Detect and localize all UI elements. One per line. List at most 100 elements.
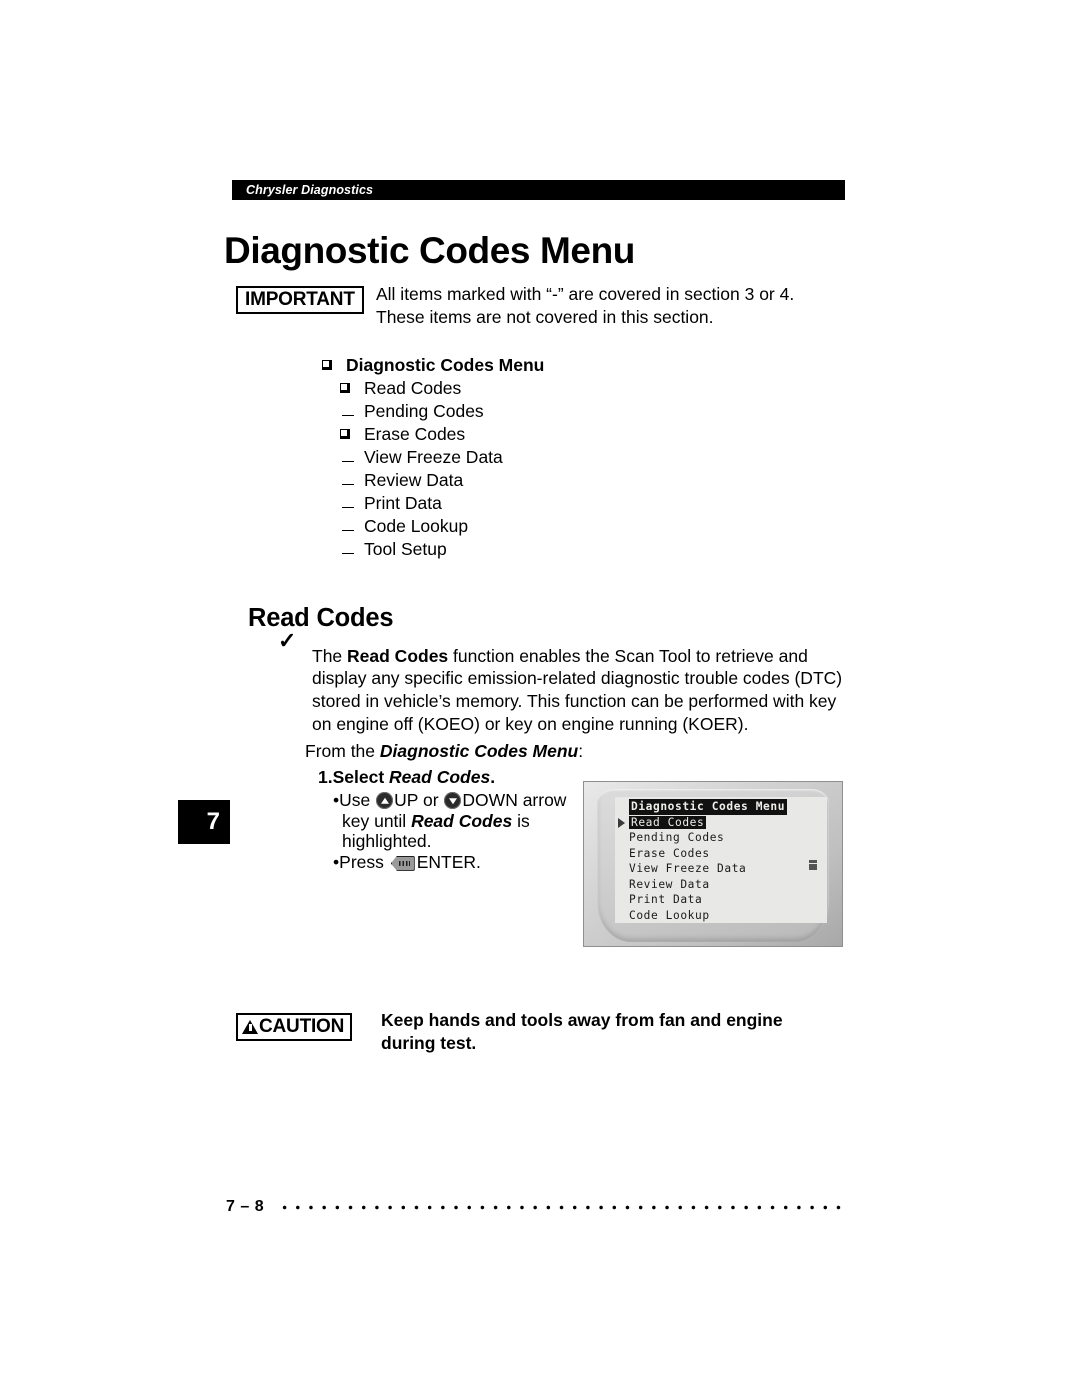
description-bold-term: Read Codes xyxy=(347,645,449,666)
substep-until-highlighted: key until Read Codes is xyxy=(342,811,583,832)
chapter-thumb-tab: 7 xyxy=(178,800,230,844)
until-post: is xyxy=(512,810,530,831)
warning-triangle-icon xyxy=(242,1020,258,1034)
outline-item-review-data: Review Data xyxy=(340,470,742,493)
outline-item-label: Code Lookup xyxy=(364,516,469,536)
dash-bullet-icon xyxy=(340,530,364,531)
step-verb: Select xyxy=(332,767,390,787)
enter-key-icon[interactable] xyxy=(390,855,415,871)
description-pre: The xyxy=(312,645,348,666)
scan-tool-screen-figure: Diagnostic Codes Menu Read Codes Pending… xyxy=(583,781,843,947)
lcd-menu-item-review-data[interactable]: Review Data xyxy=(615,877,827,893)
outline-item-label: Pending Codes xyxy=(364,401,484,421)
outline-item-label: Diagnostic Codes Menu xyxy=(346,355,545,375)
dash-bullet-icon xyxy=(340,553,364,554)
until-target: Read Codes xyxy=(411,810,513,831)
substep-press-enter: •Press ENTER. xyxy=(333,852,583,873)
dash-bullet-icon xyxy=(340,507,364,508)
down-label: DOWN xyxy=(462,790,518,810)
outline-item-diagnostic-codes-menu: Diagnostic Codes Menu xyxy=(322,355,742,378)
caution-callout: CAUTION Keep hands and tools away from f… xyxy=(236,1010,846,1053)
important-text: All items marked with “-” are covered in… xyxy=(376,283,846,330)
lcd-title: Diagnostic Codes Menu xyxy=(629,799,788,815)
or-label: or xyxy=(418,790,444,810)
manual-page: Chrysler Diagnostics Diagnostic Codes Me… xyxy=(0,0,1080,1397)
up-label: UP xyxy=(394,790,419,810)
procedure-intro-pre: From the xyxy=(305,741,380,761)
page-footer: 7 – 8 xyxy=(226,1198,846,1216)
scroll-indicator-icon xyxy=(809,860,817,870)
outline-item-tool-setup: Tool Setup xyxy=(340,539,742,562)
outline-item-label: Tool Setup xyxy=(364,539,447,559)
lcd-menu-item-label: Pending Codes xyxy=(629,831,725,844)
lcd-display: Diagnostic Codes Menu Read Codes Pending… xyxy=(615,797,827,923)
outline-item-erase-codes: Erase Codes xyxy=(340,424,742,447)
outline-item-view-freeze-data: View Freeze Data xyxy=(340,447,742,470)
outline-item-pending-codes: Pending Codes xyxy=(340,401,742,424)
running-head-text: Chrysler Diagnostics xyxy=(246,183,374,197)
important-line-1: All items marked with “-” are covered in… xyxy=(376,284,795,304)
lcd-menu-item-label: Read Codes xyxy=(629,815,707,829)
outline-item-label: Review Data xyxy=(364,470,464,490)
step-period: . xyxy=(490,767,496,787)
dash-bullet-icon xyxy=(340,415,364,416)
outline-item-label: Read Codes xyxy=(364,378,462,398)
read-codes-description: ✓ The Read Codes function enables the Sc… xyxy=(278,627,846,753)
caution-label-box: CAUTION xyxy=(236,1013,353,1042)
square-bullet-icon xyxy=(340,383,364,393)
procedure-intro-menu: Diagnostic Codes Menu xyxy=(379,741,579,761)
until-pre: key until xyxy=(342,810,412,831)
menu-outline-list: Diagnostic Codes Menu Read Codes Pending… xyxy=(322,355,742,562)
procedure-intro-post: : xyxy=(578,741,584,761)
checkmark-icon: ✓ xyxy=(278,628,297,653)
lcd-menu-item-label: Review Data xyxy=(629,877,710,891)
outline-item-read-codes: Read Codes xyxy=(340,378,742,401)
use-label: Use xyxy=(339,790,376,810)
dash-bullet-icon xyxy=(340,461,364,462)
description-text: The Read Codes function enables the Scan… xyxy=(312,645,846,736)
lcd-menu-item-code-lookup[interactable]: Code Lookup xyxy=(615,908,827,924)
important-callout: IMPORTANT All items marked with “-” are … xyxy=(236,284,846,327)
lcd-menu-item-read-codes[interactable]: Read Codes xyxy=(615,815,827,831)
caution-text: Keep hands and tools away from fan and e… xyxy=(381,1009,841,1056)
lcd-menu-item-pending-codes[interactable]: Pending Codes xyxy=(615,830,827,846)
lcd-menu-item-label: View Freeze Data xyxy=(629,862,747,875)
lcd-menu-item-label: Code Lookup xyxy=(629,908,710,922)
scan-tool-bezel: Diagnostic Codes Menu Read Codes Pending… xyxy=(597,789,829,942)
page-number: 7 – 8 xyxy=(226,1198,265,1215)
lcd-title-row: Diagnostic Codes Menu xyxy=(615,799,827,815)
outline-item-code-lookup: Code Lookup xyxy=(340,516,742,539)
square-bullet-icon xyxy=(340,429,364,439)
outline-item-label: View Freeze Data xyxy=(364,447,503,467)
important-line-2: These items are not covered in this sect… xyxy=(376,307,714,328)
outline-item-label: Erase Codes xyxy=(364,424,466,444)
outline-item-label: Print Data xyxy=(364,493,442,513)
step-number: 1. xyxy=(318,767,333,787)
substep-use-arrows: •Use UP or DOWN arrow xyxy=(333,790,583,811)
procedure-step-1: 1.Select Read Codes. •Use UP or DOWN arr… xyxy=(318,767,583,873)
lcd-menu-item-print-data[interactable]: Print Data xyxy=(615,892,827,908)
step-1-title: 1.Select Read Codes. xyxy=(318,767,583,788)
important-label: IMPORTANT xyxy=(236,286,364,315)
square-bullet-icon xyxy=(322,360,346,370)
lcd-menu-item-erase-codes[interactable]: Erase Codes xyxy=(615,846,827,862)
lcd-menu-item-view-freeze-data[interactable]: View Freeze Data xyxy=(615,861,827,877)
footer-dot-leader xyxy=(278,1204,846,1210)
up-arrow-key-icon[interactable] xyxy=(376,792,394,809)
procedure-intro: From the Diagnostic Codes Menu: xyxy=(305,741,583,762)
lcd-menu-item-label: Erase Codes xyxy=(629,846,710,860)
lcd-menu-item-label: Print Data xyxy=(629,893,703,906)
enter-label: ENTER. xyxy=(416,851,481,872)
step-1-substeps: •Use UP or DOWN arrow key until Read Cod… xyxy=(333,790,583,873)
outline-item-print-data: Print Data xyxy=(340,493,742,516)
press-label: Press xyxy=(339,851,389,872)
down-arrow-key-icon[interactable] xyxy=(444,792,462,809)
running-head-bar: Chrysler Diagnostics xyxy=(232,180,845,200)
step-target: Read Codes xyxy=(389,767,491,787)
caution-line-1: Keep hands and tools away from fan and e… xyxy=(381,1010,783,1030)
selection-cursor-icon xyxy=(618,817,625,828)
dash-bullet-icon xyxy=(340,484,364,485)
page-title: Diagnostic Codes Menu xyxy=(224,229,635,271)
substep-highlighted-word: highlighted. xyxy=(342,831,432,852)
caution-label: CAUTION xyxy=(259,1016,345,1037)
